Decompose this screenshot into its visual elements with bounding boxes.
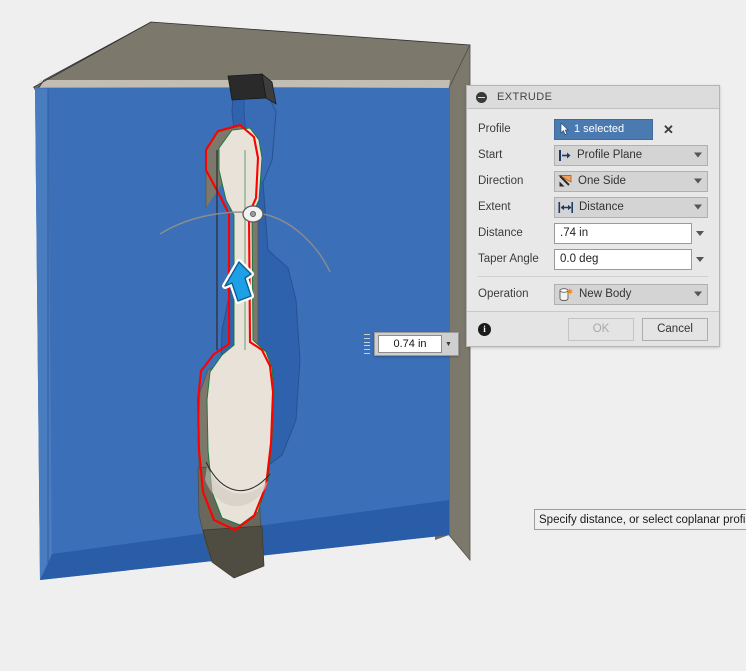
info-icon[interactable]: i (478, 322, 491, 336)
extrude-dialog[interactable]: EXTRUDE Profile 1 selected ✕ Start Profi… (466, 85, 720, 347)
label-profile: Profile (478, 123, 511, 135)
dialog-footer: i OK Cancel (467, 311, 719, 346)
profile-plane-icon (558, 149, 572, 162)
extent-dropdown[interactable]: Distance (554, 196, 708, 218)
operation-value: New Body (579, 288, 632, 300)
label-taper-angle: Taper Angle (478, 253, 539, 265)
label-start: Start (478, 149, 503, 161)
shaft-tip (227, 73, 267, 101)
dimension-drag-grip[interactable] (362, 333, 374, 355)
row-extent: Extent Distance (467, 194, 719, 220)
direction-dropdown[interactable]: One Side (554, 170, 708, 192)
row-direction: Direction One Side (467, 168, 719, 194)
rotate-handle-center (249, 210, 256, 217)
cancel-button[interactable]: Cancel (642, 317, 708, 341)
profile-side-wall-darkest (202, 525, 265, 579)
label-extent: Extent (478, 201, 511, 213)
dialog-body: Profile 1 selected ✕ Start Profile Plane… (467, 109, 719, 311)
row-start: Start Profile Plane (467, 142, 719, 168)
label-operation: Operation (478, 288, 529, 300)
profile-selection-text: 1 selected (574, 123, 625, 135)
chevron-down-icon[interactable] (694, 291, 702, 297)
label-direction: Direction (478, 175, 524, 187)
row-taper-angle: Taper Angle 0.0 deg (467, 246, 719, 272)
distance-arrows-icon (558, 201, 574, 214)
dialog-header[interactable]: EXTRUDE (467, 86, 719, 109)
start-value: Profile Plane (577, 149, 643, 161)
chevron-down-icon[interactable] (694, 152, 702, 158)
canvas-distance-dropdown-icon[interactable]: ▼ (442, 335, 455, 353)
row-profile: Profile 1 selected ✕ (467, 116, 719, 142)
cursor-arrow-icon (560, 123, 569, 135)
status-tooltip: Specify distance, or select coplanar pro… (534, 509, 746, 530)
row-operation: Operation New Body (467, 281, 719, 307)
new-body-cylinder-icon (558, 287, 574, 302)
distance-input[interactable]: .74 in (554, 222, 692, 244)
chevron-down-icon[interactable] (694, 178, 702, 184)
taper-angle-input[interactable]: 0.0 deg (554, 248, 692, 270)
canvas-distance-box[interactable]: 0.74 in ▼ (374, 332, 459, 356)
minus-circle-icon[interactable] (476, 91, 487, 103)
row-distance: Distance .74 in (467, 220, 719, 246)
extent-value: Distance (579, 201, 624, 213)
application-root: 0.74 in ▼ EXTRUDE Profile 1 selected ✕ S… (0, 0, 746, 671)
profile-selection-button[interactable]: 1 selected (554, 118, 653, 140)
dialog-title: EXTRUDE (497, 91, 553, 103)
section-divider (478, 276, 708, 277)
ok-button[interactable]: OK (568, 317, 634, 341)
operation-dropdown[interactable]: New Body (554, 283, 708, 305)
chevron-down-icon[interactable] (694, 204, 702, 210)
distance-dropdown-icon[interactable] (692, 222, 708, 244)
direction-value: One Side (578, 175, 626, 187)
start-dropdown[interactable]: Profile Plane (554, 144, 708, 166)
canvas-distance-input[interactable]: 0.74 in (378, 335, 442, 353)
clear-selection-button[interactable]: ✕ (663, 123, 674, 136)
taper-angle-dropdown-icon[interactable] (692, 248, 708, 270)
label-distance: Distance (478, 227, 523, 239)
canvas-distance-manipulator[interactable]: 0.74 in ▼ (362, 332, 459, 356)
one-side-arrow-icon (558, 174, 573, 188)
